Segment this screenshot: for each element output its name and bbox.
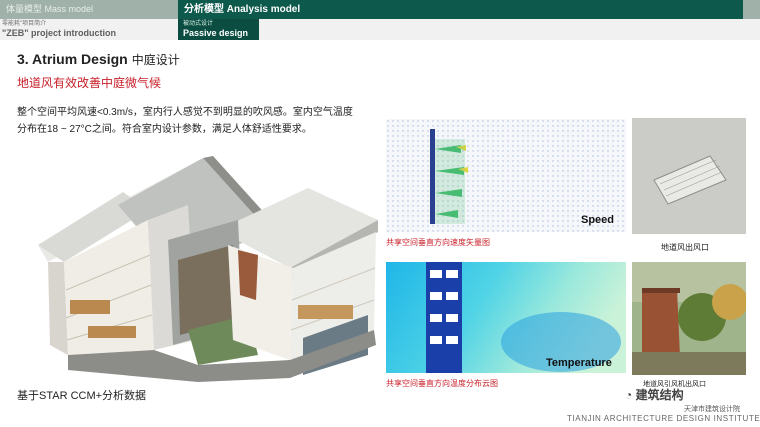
tab-zeb-label: "ZEB" project introduction xyxy=(2,28,117,38)
section-subtitle: 地道风有效改善中庭微气候 xyxy=(17,76,162,90)
temperature-caption: 共享空间垂直方向温度分布云图 xyxy=(386,379,498,388)
exterior-photo xyxy=(632,262,746,375)
sub-nav: 零能耗"项目简介 "ZEB" project introduction 被动式设… xyxy=(0,19,760,40)
vent-outlet-graphic xyxy=(632,118,746,234)
speed-caption: 共享空间垂直方向速度矢量图 xyxy=(386,238,490,247)
section-title-cn: 中庭设计 xyxy=(131,53,180,67)
tab-passive-design[interactable]: 被动式设计 Passive design xyxy=(178,19,259,40)
slide: 体量模型 Mass model 分析模型 Analysis model 零能耗"… xyxy=(0,0,760,427)
watermark: ◔ 建筑结构 xyxy=(625,386,684,403)
building-caption: 基于STAR CCM+分析数据 xyxy=(17,390,147,402)
tab-passive-small-label: 被动式设计 xyxy=(183,21,214,27)
exterior-photo-graphic xyxy=(632,262,746,375)
vent-caption: 地道风出风口 xyxy=(661,243,709,252)
nav-filler xyxy=(743,0,760,19)
tab-zeb-small-label: 零能耗"项目简介 xyxy=(2,21,47,27)
top-nav: 体量模型 Mass model 分析模型 Analysis model xyxy=(0,0,760,19)
temperature-image: Temperature xyxy=(386,262,626,373)
temperature-label: Temperature xyxy=(546,357,612,369)
section-title-en: 3. Atrium Design xyxy=(17,51,128,67)
tab-passive-label: Passive design xyxy=(183,28,249,38)
wechat-icon: ◔ xyxy=(625,388,633,402)
watermark-text: 建筑结构 xyxy=(635,388,684,402)
institute-name-en: TIANJIN ARCHITECTURE DESIGN INSTITUTE xyxy=(567,414,760,423)
institute-name-cn: 天津市建筑设计院 xyxy=(684,406,740,413)
section-title: 3. Atrium Design 中庭设计 xyxy=(17,51,180,68)
tab-analysis-model[interactable]: 分析模型 Analysis model xyxy=(178,0,743,19)
tab-zeb-introduction[interactable]: 零能耗"项目简介 "ZEB" project introduction xyxy=(0,19,178,40)
building-section-illustration xyxy=(38,156,378,382)
speed-label: Speed xyxy=(581,214,615,226)
vent-outlet-photo xyxy=(632,118,746,234)
tab-mass-model[interactable]: 体量模型 Mass model xyxy=(0,0,178,19)
subnav-filler xyxy=(259,19,760,40)
speed-vector-image: Speed xyxy=(386,119,626,232)
section-description: 整个空间平均风速<0.3m/s，室内行人感觉不到明显的吹风感。室内空气温度分布在… xyxy=(17,107,353,135)
